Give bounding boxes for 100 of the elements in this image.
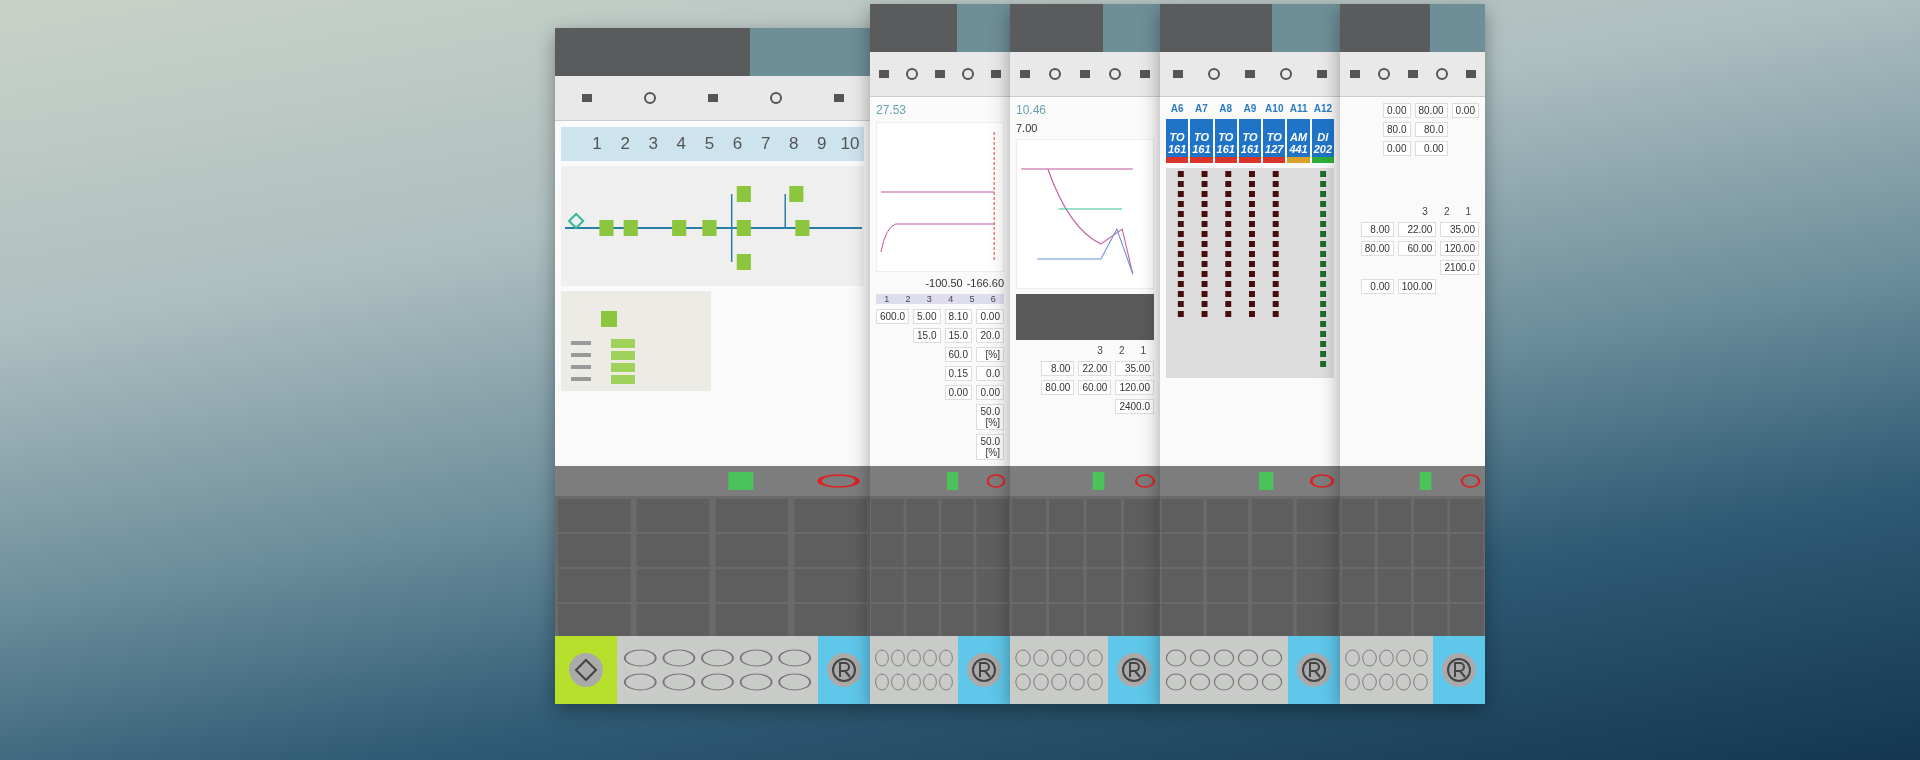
axis-label: A6	[1169, 103, 1185, 114]
axis-label: A10	[1264, 103, 1285, 114]
readout-value: -100.50	[925, 277, 963, 289]
value-field[interactable]: 22.00	[1078, 361, 1112, 376]
value-field[interactable]: [%]	[975, 347, 1004, 362]
toolbar-icon[interactable]	[1279, 67, 1293, 81]
io-module-tile[interactable]: TO 161	[1190, 119, 1213, 158]
toolbar-icon[interactable]	[905, 67, 919, 81]
toolbar-icon[interactable]	[579, 91, 594, 105]
value-field[interactable]: 0.15	[944, 366, 972, 381]
step-number: 5	[703, 134, 716, 154]
column-number: 4	[948, 294, 954, 304]
circled-r-icon	[826, 652, 862, 688]
toolbar-icon[interactable]	[1048, 67, 1062, 81]
io-module-tile[interactable]: TO 127	[1263, 119, 1286, 158]
value-field[interactable]: 0.00	[1451, 103, 1479, 118]
value-field[interactable]: 0.00	[1414, 141, 1448, 156]
toolbar-icon[interactable]	[1108, 67, 1122, 81]
toolbar-icon[interactable]	[961, 67, 975, 81]
value-field[interactable]: 5.00	[913, 309, 941, 324]
column-number: 2	[905, 294, 911, 304]
step-number: 2	[619, 134, 631, 154]
step-number: 7	[759, 134, 772, 154]
column-number: 3	[926, 294, 932, 304]
toolbar-icon[interactable]	[1243, 67, 1257, 81]
chart-title: 27.53	[876, 103, 908, 117]
value-field[interactable]: 0.00	[1360, 279, 1394, 294]
reset-button[interactable]	[1433, 636, 1485, 704]
axis-label: A7	[1194, 103, 1209, 114]
value-field[interactable]: 60.0	[944, 347, 972, 362]
value-field[interactable]: 120.00	[1440, 241, 1479, 256]
start-button[interactable]	[555, 636, 617, 704]
value-field[interactable]: 80.0	[1383, 122, 1411, 137]
stage-number: 2	[1118, 345, 1125, 356]
value-field[interactable]: 80.0	[1414, 122, 1448, 137]
step-number: 3	[647, 134, 659, 154]
step-number: 8	[788, 134, 800, 154]
value-field[interactable]: 0.00	[1383, 141, 1411, 156]
value-field[interactable]: 0.00	[944, 385, 972, 400]
toolbar-icon[interactable]	[1207, 67, 1221, 81]
toolbar-icon[interactable]	[1376, 67, 1391, 81]
value-field[interactable]: 35.00	[1115, 361, 1154, 376]
toolbar-icon[interactable]	[989, 67, 1003, 81]
step-number: 9	[816, 134, 828, 154]
value-field[interactable]: 0.00	[975, 309, 1004, 324]
value-field[interactable]: 100.00	[1397, 279, 1437, 294]
io-module-tile[interactable]: TO 161	[1166, 119, 1189, 158]
value-field[interactable]: 2400.0	[1115, 399, 1154, 414]
value-field[interactable]: 2100.0	[1440, 260, 1479, 275]
toolbar-icon[interactable]	[933, 67, 947, 81]
toolbar-icon[interactable]	[1171, 67, 1185, 81]
io-module-tile[interactable]: DI 202	[1311, 119, 1334, 158]
toolbar-icon[interactable]	[1405, 67, 1420, 81]
toolbar-icon[interactable]	[1347, 67, 1362, 81]
reset-button[interactable]	[818, 636, 870, 704]
value-field[interactable]: 0.0	[975, 366, 1004, 381]
circled-r-icon	[1116, 652, 1152, 688]
value-field[interactable]: 0.00	[975, 385, 1004, 400]
reset-button[interactable]	[1288, 636, 1340, 704]
axis-label: A11	[1288, 103, 1309, 114]
io-module-tile[interactable]: AM 441	[1287, 119, 1310, 158]
toolbar-icon[interactable]	[1434, 67, 1449, 81]
value-field[interactable]: 8.00	[1041, 361, 1075, 376]
value-field[interactable]: 22.00	[1397, 222, 1437, 237]
value-field[interactable]: 20.0	[975, 328, 1004, 343]
value-field[interactable]: 15.0	[913, 328, 941, 343]
toolbar-icon[interactable]	[1463, 67, 1478, 81]
value-field[interactable]: 8.10	[944, 309, 972, 324]
toolbar-icon[interactable]	[831, 91, 846, 105]
toolbar-icon[interactable]	[768, 91, 783, 105]
circled-r-icon	[1296, 652, 1332, 688]
value-field[interactable]: 50.0 [%]	[975, 434, 1004, 460]
reset-button[interactable]	[1108, 636, 1160, 704]
value-field[interactable]: 600.0	[876, 309, 910, 324]
value-field[interactable]: 80.00	[1041, 380, 1075, 395]
reset-button[interactable]	[958, 636, 1010, 704]
value-field[interactable]: 80.00	[1360, 241, 1394, 256]
value-field[interactable]: 8.00	[1360, 222, 1394, 237]
io-module-tile[interactable]: TO 161	[1238, 119, 1262, 158]
toolbar-icon[interactable]	[1078, 67, 1092, 81]
value-field[interactable]: 50.0 [%]	[975, 404, 1004, 430]
toolbar-icon[interactable]	[642, 91, 657, 105]
value-field[interactable]: 120.00	[1115, 380, 1154, 395]
io-module-tile[interactable]: TO 161	[1214, 119, 1237, 158]
value-field[interactable]: 60.00	[1078, 380, 1112, 395]
toolbar-icon[interactable]	[1315, 67, 1329, 81]
value-field[interactable]: 0.00	[1383, 103, 1411, 118]
value-field[interactable]: 35.00	[1440, 222, 1479, 237]
value-field[interactable]: 60.00	[1397, 241, 1437, 256]
readout-value: -166.60	[966, 277, 1004, 289]
value-field[interactable]: 15.0	[944, 328, 972, 343]
axis-label: A8	[1218, 103, 1234, 114]
toolbar-icon[interactable]	[1138, 67, 1152, 81]
axis-label: A12	[1312, 103, 1334, 114]
value-field[interactable]: 80.00	[1414, 103, 1448, 118]
toolbar-icon[interactable]	[1018, 67, 1032, 81]
toolbar-icon[interactable]	[877, 67, 891, 81]
toolbar-icon[interactable]	[705, 91, 720, 105]
stage-number: 1	[1465, 206, 1471, 217]
axis-label: A9	[1242, 103, 1258, 114]
